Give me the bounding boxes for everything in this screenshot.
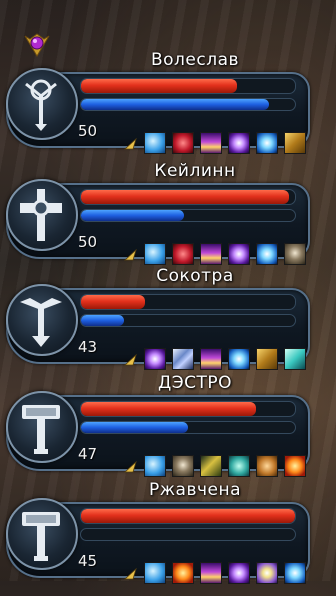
spirit-wolf-buff-icon[interactable] [144,132,166,154]
hp-fill [81,79,238,93]
skull-totem-buff-icon[interactable] [172,455,194,477]
member-name: Ржавчена [148,480,242,500]
member-name: Сокотра [156,266,234,286]
fire-burst-icon [285,456,305,476]
mp-fill [81,315,124,326]
blade-storm-buff-icon[interactable] [172,348,194,370]
violet-burst-buff-icon[interactable] [228,132,250,154]
member-name: Волеслав [150,50,240,70]
party-member-5[interactable]: Ржавчена 45 [0,480,336,596]
gold-scroll-icon [285,133,305,153]
winged-scepter-icon [6,284,78,356]
violet-burst-icon [229,244,249,264]
ice-lightning-icon [285,563,305,583]
member-level: 47 [78,445,98,463]
ice-lightning-icon [257,244,277,264]
bread-food-buff-icon[interactable] [256,455,278,477]
wind-dash-buff-icon[interactable] [284,348,306,370]
spirit-wolf-icon [145,456,165,476]
ice-lightning-icon [257,133,277,153]
holy-flame-icon [201,133,221,153]
hp-bar [80,508,296,524]
party-member-3[interactable]: Сокотра 43 [0,266,336,382]
spirit-wolf-buff-icon[interactable] [144,243,166,265]
member-level: 50 [78,122,98,140]
buff-expand-arrow-icon[interactable] [124,461,138,473]
mp-bar [80,314,296,327]
blood-claw-icon [173,133,193,153]
holy-flame-icon [201,244,221,264]
wind-dash-icon [285,349,305,369]
spirit-wolf-icon [145,244,165,264]
mp-bar [80,98,296,111]
member-name: ДЭСТРО [157,373,233,393]
buff-expand-arrow-icon[interactable] [124,568,138,580]
mp-bar [80,528,296,541]
mp-fill [81,99,270,110]
member-level: 43 [78,338,98,356]
ice-lightning-buff-icon[interactable] [228,348,250,370]
skull-totem-icon [285,244,305,264]
ice-lightning-icon [229,349,249,369]
blade-storm-icon [173,349,193,369]
spirit-wolf-icon [145,563,165,583]
violet-burst-icon [229,563,249,583]
mp-bar [80,209,296,222]
mp-bar [80,421,296,434]
fire-burst-icon [173,563,193,583]
holy-flame-icon [201,349,221,369]
violet-burst-icon [229,133,249,153]
member-level: 50 [78,233,98,251]
crab-spirit-buff-icon[interactable] [228,455,250,477]
spirit-wolf-icon [145,133,165,153]
mp-fill [81,422,188,433]
war-hammer-icon [6,391,78,463]
mp-fill [81,210,184,221]
buff-expand-arrow-icon[interactable] [124,249,138,261]
buff-expand-arrow-icon[interactable] [124,138,138,150]
member-name: Кейлинн [154,161,236,181]
spirit-wolf-buff-icon[interactable] [144,455,166,477]
party-member-4[interactable]: ДЭСТРО 47 [0,373,336,489]
hp-fill [81,190,289,204]
violet-burst-buff-icon[interactable] [144,348,166,370]
holy-flame-buff-icon[interactable] [200,132,222,154]
gold-arrow-buff-icon[interactable] [200,455,222,477]
ice-lightning-buff-icon[interactable] [256,243,278,265]
gold-scroll-buff-icon[interactable] [284,132,306,154]
scepter-icon [6,68,78,140]
blood-claw-buff-icon[interactable] [172,243,194,265]
holy-flame-icon [201,563,221,583]
hp-bar [80,294,296,310]
hp-fill [81,509,295,523]
hp-fill [81,295,146,309]
buff-expand-arrow-icon[interactable] [124,354,138,366]
gold-arrow-icon [201,456,221,476]
bread-food-icon [257,456,277,476]
hp-fill [81,402,257,416]
cross-hammer-icon [6,179,78,251]
blood-claw-buff-icon[interactable] [172,132,194,154]
party-member-1[interactable]: Волеслав 50 [0,50,336,166]
holy-flame-buff-icon[interactable] [200,348,222,370]
violet-burst-icon [145,349,165,369]
party-member-2[interactable]: Кейлинн 50 [0,161,336,277]
gold-scroll-icon [257,349,277,369]
ice-lightning-buff-icon[interactable] [256,132,278,154]
hp-bar [80,189,296,205]
holy-flame-buff-icon[interactable] [200,243,222,265]
war-hammer-icon [6,498,78,570]
crab-spirit-icon [229,456,249,476]
skull-totem-icon [173,456,193,476]
hp-bar [80,78,296,94]
fire-burst-buff-icon[interactable] [284,455,306,477]
violet-burst-buff-icon[interactable] [228,243,250,265]
gold-scroll-buff-icon[interactable] [256,348,278,370]
blood-claw-icon [173,244,193,264]
member-level: 45 [78,552,98,570]
star-spark-icon [257,563,277,583]
skull-totem-buff-icon[interactable] [284,243,306,265]
hp-bar [80,401,296,417]
